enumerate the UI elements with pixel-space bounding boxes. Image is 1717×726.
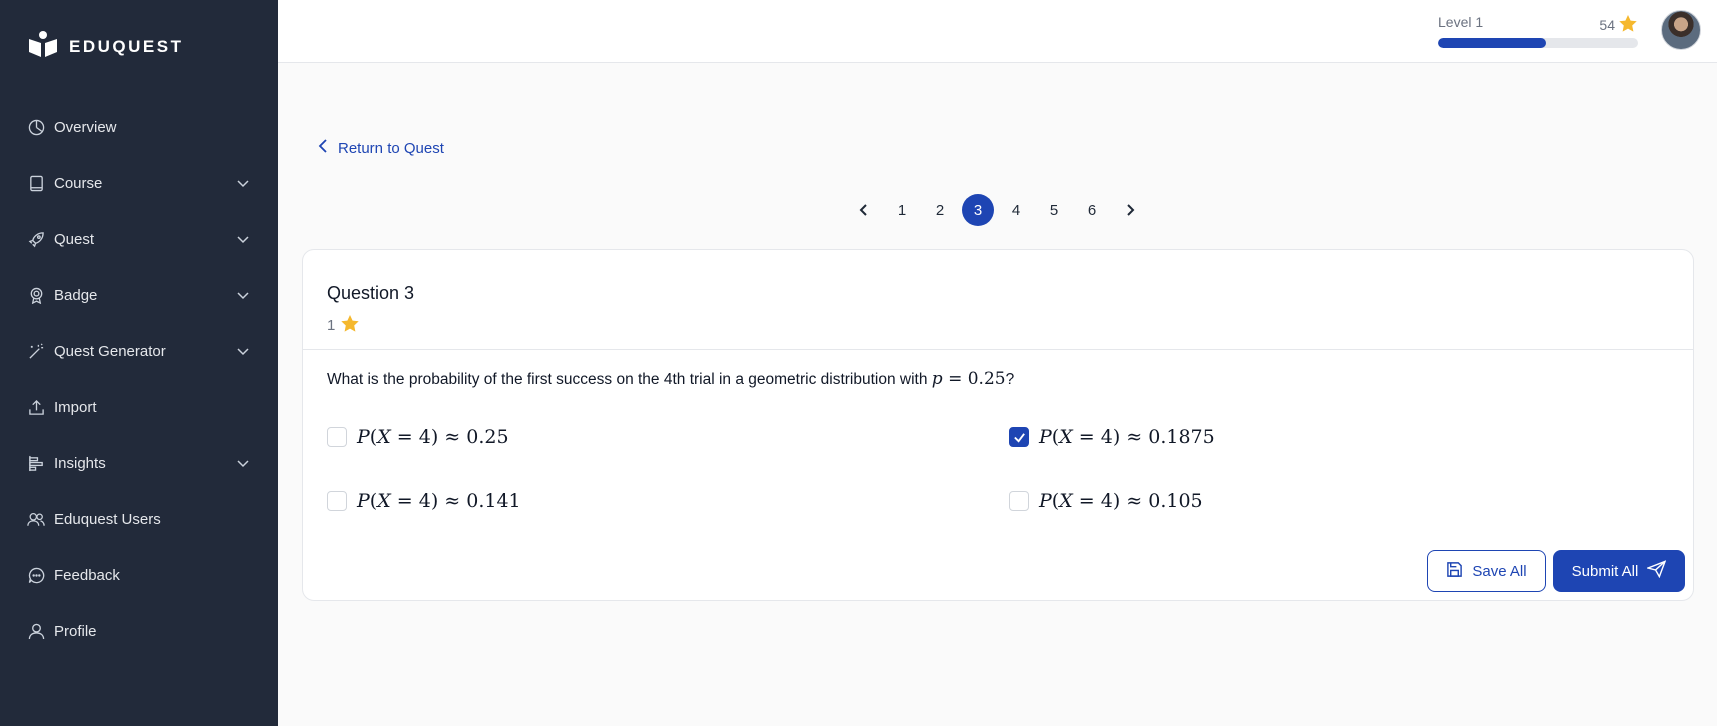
sidebar-item-quest[interactable]: Quest (0, 211, 278, 267)
sidebar-item-import[interactable]: Import (0, 379, 278, 435)
pagination-next-button[interactable] (1111, 194, 1149, 226)
sidebar-item-label: Feedback (54, 566, 120, 584)
question-math: p = 0.25 (931, 369, 1006, 389)
sidebar-item-label: Overview (54, 118, 117, 136)
sidebar-item-label: Course (54, 174, 103, 192)
send-icon (1645, 560, 1667, 582)
sidebar-nav: Overview Course Quest Badge Quest Genera… (0, 99, 278, 659)
question-text-part: What is the probability of the first suc… (327, 371, 932, 388)
points-value: 54 (1599, 17, 1615, 33)
page-number: 3 (962, 194, 994, 226)
rocket-icon (27, 230, 45, 248)
sidebar: EDUQUEST Overview Course Quest Badge Que… (0, 0, 278, 726)
pagination-page-4[interactable]: 4 (997, 194, 1035, 226)
answer-checkbox[interactable] (327, 491, 347, 511)
sidebar-item-label: Insights (54, 454, 106, 472)
sidebar-item-label: Eduquest Users (54, 510, 161, 528)
question-pagination: 1 2 3 4 5 6 (845, 194, 1149, 226)
chevron-down-icon (236, 456, 250, 470)
level-progress: Level 1 54 (1438, 14, 1638, 48)
sidebar-item-course[interactable]: Course (0, 155, 278, 211)
sidebar-item-quest-generator[interactable]: Quest Generator (0, 323, 278, 379)
sidebar-item-badge[interactable]: Badge (0, 267, 278, 323)
chevron-down-icon (236, 288, 250, 302)
level-progress-fill (1438, 38, 1546, 48)
save-all-label: Save All (1472, 562, 1527, 580)
sidebar-item-label: Quest (54, 230, 95, 248)
sidebar-item-feedback[interactable]: Feedback (0, 547, 278, 603)
sidebar-item-eduquest-users[interactable]: Eduquest Users (0, 491, 278, 547)
page-number: 2 (935, 201, 945, 219)
question-text: What is the probability of the first suc… (327, 369, 1014, 389)
sidebar-item-label: Quest Generator (54, 342, 166, 360)
return-to-quest-link[interactable]: Return to Quest (318, 138, 444, 158)
pagination-page-5[interactable]: 5 (1035, 194, 1073, 226)
sidebar-item-overview[interactable]: Overview (0, 99, 278, 155)
sidebar-item-label: Import (54, 398, 97, 416)
answer-checkbox[interactable] (327, 427, 347, 447)
chevron-down-icon (236, 344, 250, 358)
chevron-down-icon (236, 232, 250, 246)
points-display: 54 (1599, 14, 1638, 36)
level-progress-bar (1438, 38, 1638, 48)
pagination-prev-button[interactable] (845, 194, 883, 226)
star-icon (340, 314, 360, 337)
eduquest-logo-icon (27, 30, 59, 63)
sidebar-item-label: Badge (54, 286, 98, 304)
pagination-page-6[interactable]: 6 (1073, 194, 1111, 226)
return-label: Return to Quest (338, 139, 444, 157)
chevron-down-icon (236, 176, 250, 190)
page-number: 5 (1049, 201, 1059, 219)
sidebar-item-insights[interactable]: Insights (0, 435, 278, 491)
page-number: 4 (1011, 201, 1021, 219)
answer-option-4[interactable]: P(X = 4) ≈ 0.105 (1009, 490, 1203, 512)
avatar[interactable] (1661, 10, 1701, 50)
answer-value: 0.25 (466, 426, 509, 448)
answer-option-1[interactable]: P(X = 4) ≈ 0.25 (327, 426, 509, 448)
star-icon (1618, 14, 1638, 36)
answer-value: 0.105 (1148, 490, 1203, 512)
save-icon (1446, 561, 1463, 582)
page-number: 1 (897, 201, 907, 219)
answer-label: P(X = 4) ≈ 0.25 (357, 426, 509, 448)
answer-checkbox-checked[interactable] (1009, 427, 1029, 447)
bar-chart-icon (27, 454, 45, 472)
answer-option-2[interactable]: P(X = 4) ≈ 0.1875 (1009, 426, 1215, 448)
level-label: Level 1 (1438, 14, 1484, 30)
users-icon (27, 510, 45, 528)
badge-icon (27, 286, 45, 304)
submit-all-button[interactable]: Submit All (1553, 550, 1685, 592)
pagination-page-3[interactable]: 3 (959, 194, 997, 226)
pagination-page-2[interactable]: 2 (921, 194, 959, 226)
submit-all-label: Submit All (1571, 562, 1639, 580)
brand-logo[interactable]: EDUQUEST (27, 30, 183, 63)
answer-value: 0.141 (466, 490, 521, 512)
chevron-left-icon (318, 138, 328, 158)
user-icon (27, 622, 45, 640)
question-title: Question 3 (327, 283, 415, 303)
answer-option-3[interactable]: P(X = 4) ≈ 0.141 (327, 490, 521, 512)
answer-label: P(X = 4) ≈ 0.105 (1039, 490, 1203, 512)
question-points: 1 (327, 314, 1669, 337)
upload-icon (27, 398, 45, 416)
brand-name: EDUQUEST (69, 36, 184, 56)
book-icon (27, 174, 45, 192)
pagination-page-1[interactable]: 1 (883, 194, 921, 226)
answer-checkbox[interactable] (1009, 491, 1029, 511)
magic-wand-icon (27, 342, 45, 360)
answer-label: P(X = 4) ≈ 0.141 (357, 490, 521, 512)
question-points-value: 1 (327, 317, 336, 334)
chart-pie-icon (27, 118, 45, 136)
question-header: Question 3 1 (303, 250, 1693, 350)
save-all-button[interactable]: Save All (1427, 550, 1546, 592)
question-card: Question 3 1 What is the probability of … (302, 249, 1694, 601)
answer-value: 0.1875 (1148, 426, 1215, 448)
answer-label: P(X = 4) ≈ 0.1875 (1039, 426, 1215, 448)
page-number: 6 (1087, 201, 1097, 219)
chat-bubble-icon (27, 566, 45, 584)
sidebar-item-profile[interactable]: Profile (0, 603, 278, 659)
question-text-part: ? (1005, 371, 1015, 388)
sidebar-item-label: Profile (54, 622, 97, 640)
